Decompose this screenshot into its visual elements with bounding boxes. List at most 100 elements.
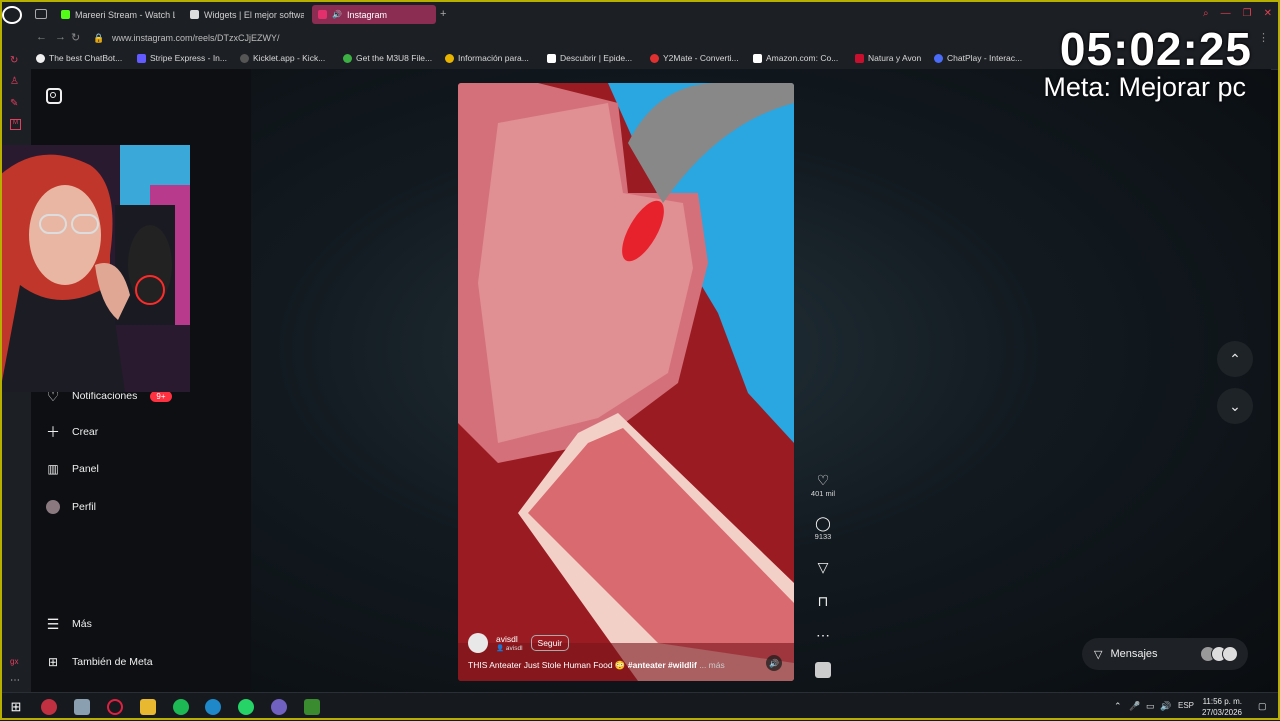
lock-icon: 🔒 <box>93 33 105 43</box>
messages-button[interactable]: ▽ Mensajes <box>1082 638 1248 670</box>
whatsapp-icon[interactable] <box>238 699 254 715</box>
minimize-button[interactable]: — <box>1221 8 1231 19</box>
sidebar-item-create[interactable]: ＋ Crear <box>45 424 98 440</box>
bookmark-item[interactable]: Y2Mate - Converti... <box>650 53 739 63</box>
forward-icon[interactable]: → <box>55 31 66 43</box>
browser-logo-icon <box>2 6 22 24</box>
like-button[interactable]: ♡ 401 mil <box>808 472 838 498</box>
tab-instagram[interactable]: 🔊 Instagram <box>312 5 436 24</box>
send-icon: ▽ <box>817 559 829 575</box>
sidebar-item-label: Panel <box>72 463 99 475</box>
obs-icon[interactable] <box>271 699 287 715</box>
more-options-button[interactable]: ⋯ <box>808 627 838 643</box>
more-icon[interactable]: ⋯ <box>10 675 22 687</box>
sidebar-item-label: También de Meta <box>72 656 153 668</box>
tab-switcher-icon[interactable] <box>35 9 47 19</box>
tab-kick-stream[interactable]: Mareeri Stream - Watch Li <box>55 5 175 24</box>
reel-video[interactable] <box>458 83 794 681</box>
bookmark-favicon-icon <box>137 53 146 63</box>
comment-button[interactable]: ◯ 9133 <box>808 515 838 541</box>
audio-button[interactable] <box>808 662 838 678</box>
speaker-icon[interactable]: 🔊 <box>1160 701 1171 712</box>
restore-button[interactable]: ❐ <box>1243 8 1252 19</box>
close-button[interactable]: ✕ <box>1264 8 1272 19</box>
person-icon: 👤 <box>496 645 506 652</box>
sidebar-app-icon[interactable]: M <box>10 119 21 130</box>
spotify-icon[interactable] <box>173 699 189 715</box>
bookmark-favicon-icon <box>934 53 943 63</box>
bookmark-item[interactable]: Natura y Avon <box>855 53 921 63</box>
caption-hashtags[interactable]: #anteater #wildlif <box>628 660 697 670</box>
edge-icon[interactable] <box>205 699 221 715</box>
notification-icon[interactable]: ▢ <box>1258 701 1267 712</box>
more-icon: ⋯ <box>816 627 830 643</box>
bookmark-label: ChatPlay - Interac... <box>947 53 1023 63</box>
comment-count: 9133 <box>814 532 832 541</box>
reload-icon[interactable]: ↻ <box>71 31 80 44</box>
bookmark-label: Stripe Express - In... <box>150 53 227 63</box>
microphone-icon[interactable]: 🎤 <box>1129 701 1140 712</box>
caption-more-link[interactable]: ... más <box>699 660 725 670</box>
bookmark-item[interactable]: ChatPlay - Interac... <box>934 53 1022 63</box>
app-icon[interactable] <box>41 699 57 715</box>
system-clock[interactable]: 11:56 p. m. 27/03/2026 <box>1202 696 1242 718</box>
menu-icon: ☰ <box>46 615 60 632</box>
audio-playing-icon[interactable]: 🔊 <box>332 10 342 19</box>
sidebar-app-icon[interactable]: ♙ <box>10 76 22 88</box>
file-icon[interactable] <box>74 699 90 715</box>
bookmark-label: Amazon.com: Co... <box>766 53 839 63</box>
avatar-icon <box>45 499 61 515</box>
bookmark-favicon-icon <box>343 53 352 63</box>
previous-reel-button[interactable]: ⌃ <box>1217 341 1253 377</box>
bookmark-item[interactable]: Stripe Express - In... <box>137 53 227 63</box>
bookmark-favicon-icon <box>650 53 659 63</box>
browser-menu-icon[interactable]: ⋮ <box>1258 31 1269 44</box>
keyboard-layout-icon[interactable]: ESP <box>1178 701 1194 710</box>
bookmark-favicon-icon <box>240 53 249 63</box>
bookmark-item[interactable]: Descubrir | Epide... <box>547 53 632 63</box>
windows-start-icon[interactable]: ⊞ <box>8 699 24 715</box>
network-icon[interactable]: ▭ <box>1146 701 1155 712</box>
next-reel-button[interactable]: ⌄ <box>1217 388 1253 424</box>
opera-gx-icon[interactable] <box>107 699 123 715</box>
heart-icon: ♡ <box>816 472 830 488</box>
bookmark-item[interactable]: Amazon.com: Co... <box>753 53 838 63</box>
minecraft-icon[interactable] <box>304 699 320 715</box>
folder-icon[interactable] <box>140 699 156 715</box>
search-tabs-icon[interactable]: ⌕ <box>1203 8 1209 19</box>
tab-label: Instagram <box>346 9 387 20</box>
bookmark-item[interactable]: Get the M3U8 File... <box>343 53 432 63</box>
url-field[interactable]: www.instagram.com/reels/DTzxCJjEZWY/ <box>112 33 280 43</box>
bookmark-favicon-icon <box>753 53 762 63</box>
sidebar-app-icon[interactable]: ✎ <box>10 98 22 110</box>
author-avatar[interactable] <box>468 633 488 653</box>
author-name[interactable]: avisdl <box>496 634 523 644</box>
bookmark-label: Natura y Avon <box>868 53 922 63</box>
follow-button[interactable]: Seguir <box>530 635 570 651</box>
sidebar-item-label: Perfil <box>72 501 96 513</box>
sidebar-app-icon[interactable]: ↻ <box>10 55 22 67</box>
like-count: 401 mil <box>810 489 836 498</box>
new-tab-button[interactable]: + <box>440 8 446 20</box>
reel-video-frame <box>458 83 794 681</box>
volume-icon[interactable]: 🔊 <box>766 655 782 671</box>
sidebar-app-icon[interactable]: gx <box>10 657 22 669</box>
clock-date: 27/03/2026 <box>1201 708 1242 717</box>
bookmark-item[interactable]: The best ChatBot... <box>36 53 122 63</box>
save-button[interactable]: ⊓ <box>808 593 838 609</box>
bookmark-item[interactable]: Información para... <box>445 53 529 63</box>
sidebar-item-dashboard[interactable]: ▥ Panel <box>45 461 99 477</box>
sidebar-item-also-from-meta[interactable]: ⊞ También de Meta <box>45 654 153 670</box>
sidebar-item-more[interactable]: ☰ Más <box>45 616 92 632</box>
sidebar-item-profile[interactable]: Perfil <box>45 499 96 515</box>
instagram-logo-icon <box>318 10 327 19</box>
plus-icon: ＋ <box>46 424 60 440</box>
stream-timer: 05:02:25 <box>1059 23 1252 75</box>
back-icon[interactable]: ← <box>36 31 47 43</box>
bookmark-label: The best ChatBot... <box>49 53 123 63</box>
instagram-logo-icon[interactable] <box>46 88 62 104</box>
share-button[interactable]: ▽ <box>808 559 838 575</box>
tray-chevron-icon[interactable]: ⌃ <box>1114 701 1122 712</box>
tab-widgets[interactable]: Widgets | El mejor softwa <box>184 5 304 24</box>
bookmark-item[interactable]: Kicklet.app - Kick... <box>240 53 325 63</box>
